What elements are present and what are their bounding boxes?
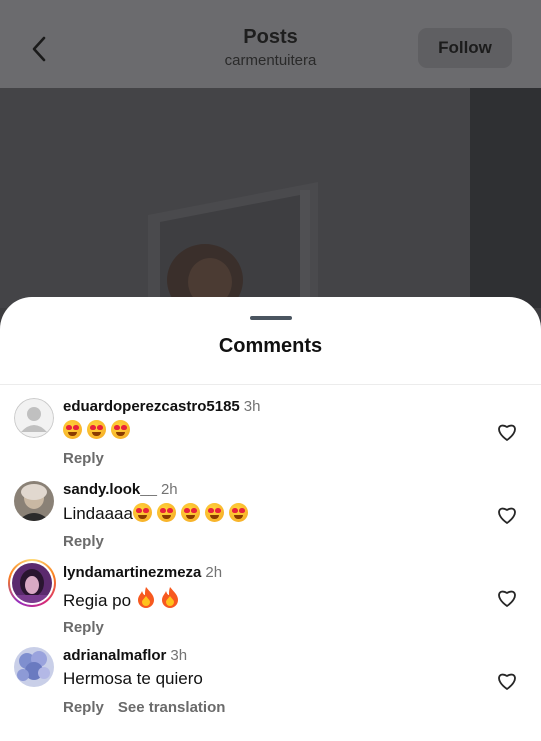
comment-body: Regia po xyxy=(63,591,132,610)
divider xyxy=(0,384,541,385)
comment-text: Regia po xyxy=(63,586,184,611)
comment-body: Hermosa te quiero xyxy=(63,669,203,688)
comment-item: adrianalmaflor 3h Hermosa te quiero Reply… xyxy=(0,647,541,729)
comment-username[interactable]: sandy.look__ xyxy=(63,481,157,498)
comment-time: 2h xyxy=(160,481,178,498)
heart-outline-icon[interactable] xyxy=(496,588,518,608)
reply-button[interactable]: Reply xyxy=(63,699,104,716)
heart-eyes-emoji-icon xyxy=(63,420,82,439)
comment-meta: adrianalmaflor 3h xyxy=(63,647,187,664)
comment-item: lyndamartinezmeza 2h Regia po Reply xyxy=(0,559,541,646)
story-ring[interactable] xyxy=(8,559,56,607)
heart-eyes-emoji-icon xyxy=(156,503,176,522)
comment-meta: sandy.look__ 2h xyxy=(63,481,178,498)
comment-actions: Reply xyxy=(63,450,104,467)
comment-username[interactable]: lyndamartinezmeza xyxy=(63,564,201,581)
avatar[interactable] xyxy=(14,398,54,438)
comment-item: eduardoperezcastro5185 3h Reply xyxy=(0,398,541,480)
heart-outline-icon[interactable] xyxy=(496,671,518,691)
comments-sheet: Comments eduardoperezcastro5185 3h Reply … xyxy=(0,297,541,741)
avatar[interactable] xyxy=(14,481,54,521)
comment-item: sandy.look__ 2h Lindaaaa Reply xyxy=(0,481,541,563)
reply-button[interactable]: Reply xyxy=(63,533,104,550)
comment-text: Lindaaaa xyxy=(63,503,253,524)
reply-button[interactable]: Reply xyxy=(63,450,104,467)
comment-body: Lindaaaa xyxy=(63,504,133,523)
comment-text: Hermosa te quiero xyxy=(63,669,203,689)
fire-emoji-icon xyxy=(137,587,154,608)
top-bar: Posts carmentuitera Follow xyxy=(0,0,541,88)
comment-text xyxy=(63,420,135,441)
fire-emoji-icon xyxy=(161,587,178,608)
avatar[interactable] xyxy=(12,563,52,603)
comment-actions: Reply xyxy=(63,533,104,550)
comment-time: 2h xyxy=(205,564,223,581)
heart-eyes-emoji-icon xyxy=(111,420,130,439)
sheet-grabber[interactable] xyxy=(250,316,292,320)
reply-button[interactable]: Reply xyxy=(63,619,104,636)
comment-meta: lyndamartinezmeza 2h xyxy=(63,564,222,581)
comment-actions: Reply xyxy=(63,619,104,636)
heart-eyes-emoji-icon xyxy=(87,420,106,439)
heart-outline-icon[interactable] xyxy=(496,505,518,525)
heart-eyes-emoji-icon xyxy=(132,503,152,522)
see-translation-button[interactable]: See translation xyxy=(118,699,226,716)
heart-eyes-emoji-icon xyxy=(180,503,200,522)
heart-eyes-emoji-icon xyxy=(228,503,248,522)
comment-time: 3h xyxy=(170,647,188,664)
avatar[interactable] xyxy=(14,647,54,687)
comment-username[interactable]: eduardoperezcastro5185 xyxy=(63,398,240,415)
comment-actions: Reply See translation xyxy=(63,699,225,716)
heart-outline-icon[interactable] xyxy=(496,422,518,442)
sheet-title: Comments xyxy=(218,335,323,357)
comment-time: 3h xyxy=(243,398,261,415)
comment-meta: eduardoperezcastro5185 3h xyxy=(63,398,260,415)
heart-eyes-emoji-icon xyxy=(204,503,224,522)
follow-button[interactable]: Follow xyxy=(418,28,512,68)
comment-username[interactable]: adrianalmaflor xyxy=(63,647,166,664)
